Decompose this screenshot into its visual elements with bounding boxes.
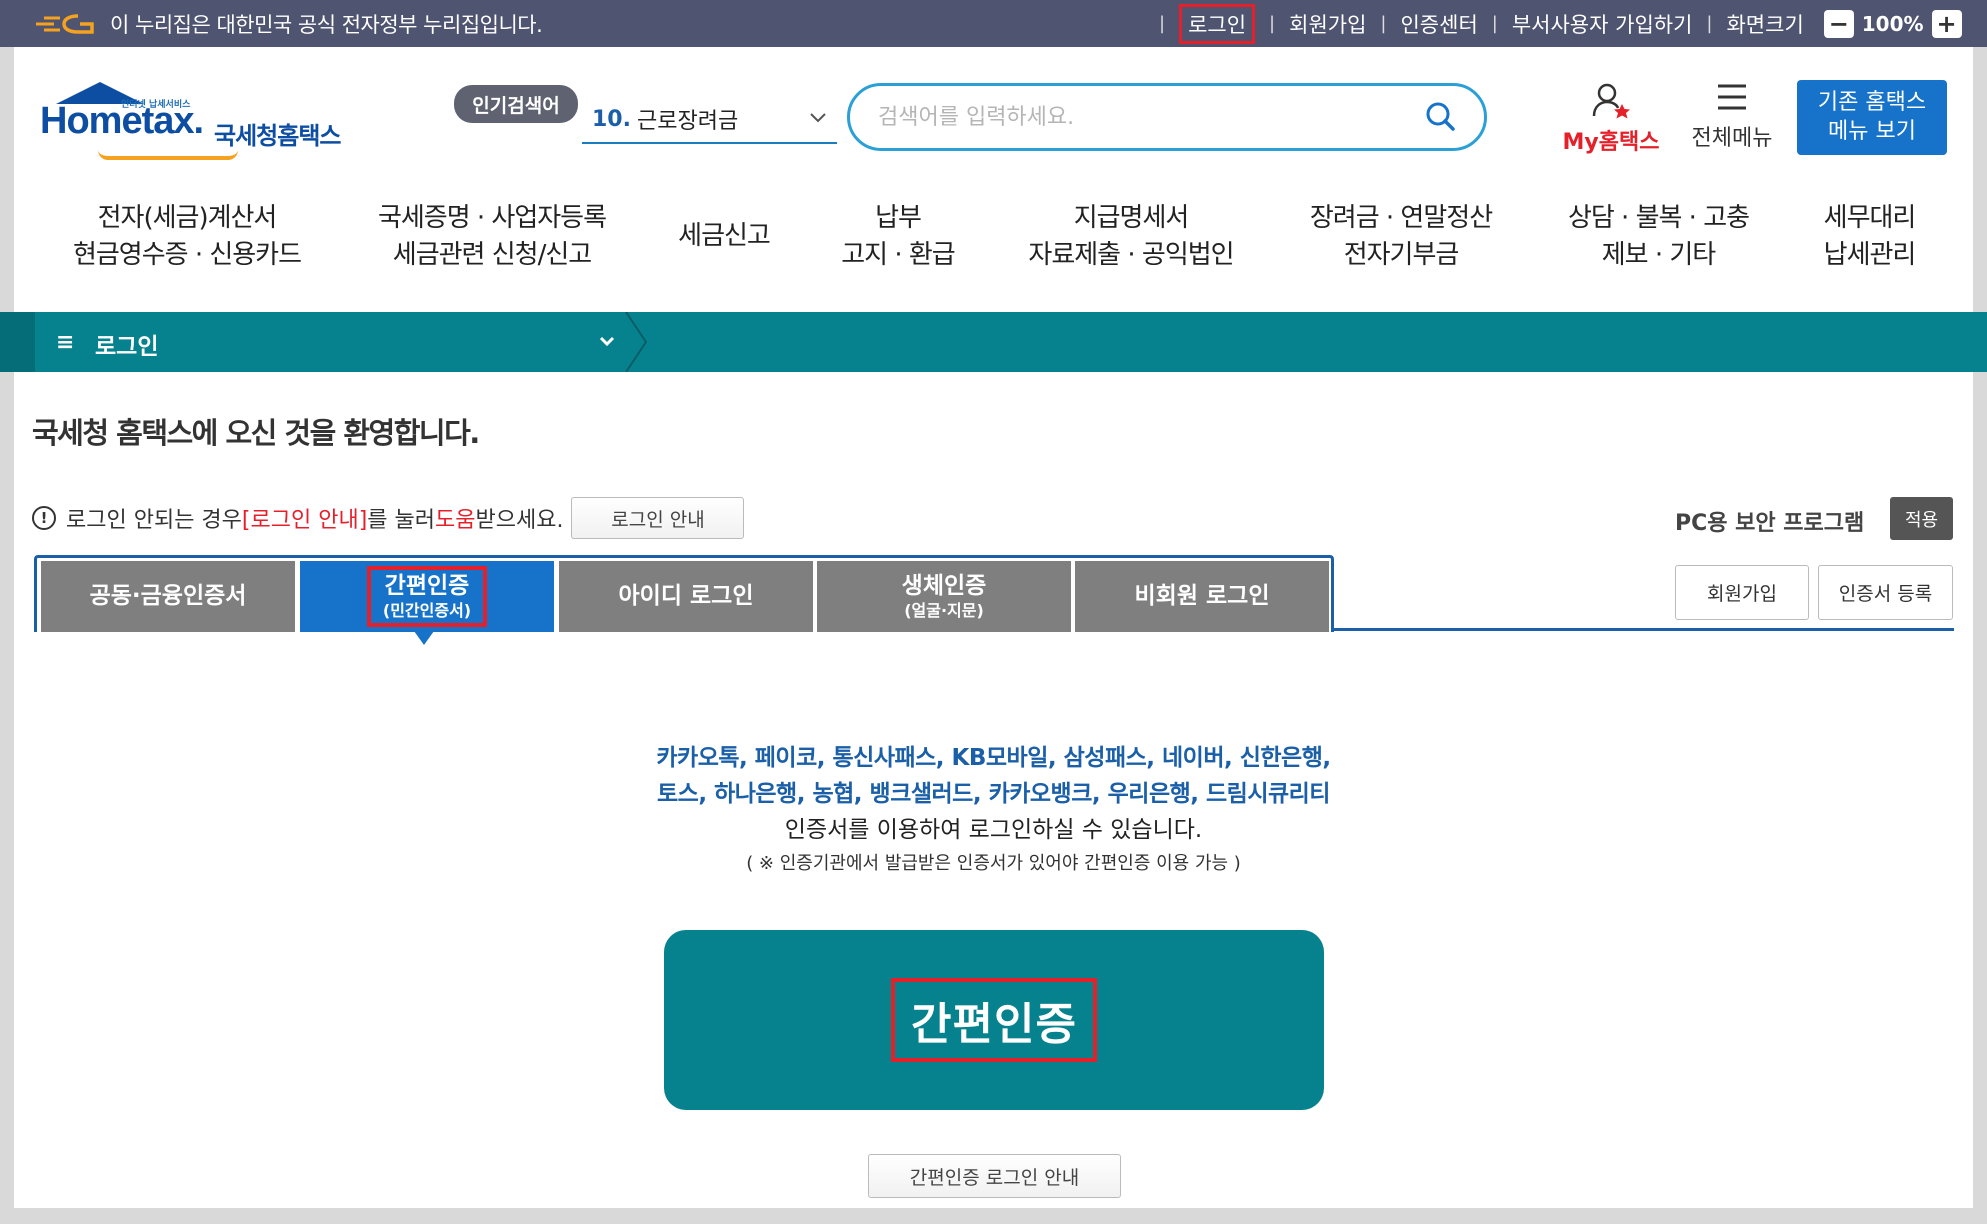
zoom-out-button[interactable]: − xyxy=(1823,9,1854,38)
main-navigation: 전자(세금)계산서 현금영수증 · 신용카드 국세증명 · 사업자등록 세금관련 신… xyxy=(0,200,1987,295)
gov-notice-bar: 이 누리집은 대한민국 공식 전자정부 누리집입니다. | 로그인 | 회원가입… xyxy=(0,0,1987,47)
popular-search-select[interactable]: 10. 근로장려금 xyxy=(582,96,837,144)
logo-wordmark: Hometax. xyxy=(40,100,204,142)
egov-logo-icon xyxy=(36,13,94,34)
list-icon: ≡ xyxy=(56,330,75,355)
tab-guest-login[interactable]: 비회원 로그인 xyxy=(1075,561,1329,632)
gnb-item-e-invoice[interactable]: 전자(세금)계산서 현금영수증 · 신용카드 xyxy=(62,200,312,274)
search-icon[interactable] xyxy=(1424,100,1456,132)
tab-biometric[interactable]: 생체인증 (얼굴·지문) xyxy=(817,561,1071,632)
gnb-item-tax-report[interactable]: 세금신고 xyxy=(664,218,784,255)
util-screen-size-label: 화면크기 xyxy=(1726,12,1804,37)
gnb-item-payment[interactable]: 납부 고지 · 환급 xyxy=(823,200,973,274)
usage-note: ( ※ 인증기관에서 발급받은 인증서가 있어야 간편인증 이용 가능 ) xyxy=(746,853,1241,874)
usage-text: 인증서를 이용하여 로그인하실 수 있습니다. xyxy=(784,817,1203,843)
simple-auth-button[interactable]: 간편인증 xyxy=(664,930,1324,1110)
login-tabs: 공동·금융인증서 간편인증 (민간인증서) 아이디 로그인 생체인증 (얼굴·지… xyxy=(34,555,1334,632)
old-hometax-menu-button[interactable]: 기존 홈택스 메뉴 보기 xyxy=(1797,80,1947,155)
old-menu-line1: 기존 홈택스 xyxy=(1817,89,1927,115)
hometax-logo[interactable]: 인터넷 납세서비스 Hometax. 국세청홈택스 xyxy=(38,82,358,162)
simple-auth-guide-button[interactable]: 간편인증 로그인 안내 xyxy=(868,1154,1121,1198)
tab-simple-auth-highlight: 간편인증 (민간인증서) xyxy=(366,566,488,627)
location-bar: ≡ 로그인 xyxy=(0,312,1987,372)
old-menu-line2: 메뉴 보기 xyxy=(1828,118,1916,144)
providers-line-1: 카카오톡, 페이코, 통신사패스, KB모바일, 삼성패스, 네이버, 신한은행… xyxy=(656,745,1331,771)
login-guide-link-text: [로그인 안내] xyxy=(241,508,368,533)
simple-auth-button-label: 간편인증 xyxy=(891,978,1097,1062)
gnb-item-consult[interactable]: 상담 · 불복 · 고충 제보 · 기타 xyxy=(1556,200,1761,274)
zoom-level: 100% xyxy=(1861,11,1924,36)
tab-simple-auth[interactable]: 간편인증 (민간인증서) xyxy=(300,561,554,632)
logo-korean: 국세청홈택스 xyxy=(214,122,341,150)
user-star-icon xyxy=(1592,83,1630,119)
search-box xyxy=(847,83,1487,151)
util-login-link[interactable]: 로그인 xyxy=(1179,3,1256,44)
chevron-down-icon xyxy=(810,113,826,123)
simple-auth-description: 카카오톡, 페이코, 통신사패스, KB모바일, 삼성패스, 네이버, 신한은행… xyxy=(0,740,1987,880)
tab-id-login[interactable]: 아이디 로그인 xyxy=(559,561,813,632)
providers-line-2: 토스, 하나은행, 농협, 뱅크샐러드, 카카오뱅크, 우리은행, 드림시큐리티 xyxy=(657,781,1330,807)
gnb-item-payment-statement[interactable]: 지급명세서 자료제출 · 공익법인 xyxy=(1016,200,1246,274)
my-hometax-link[interactable]: My홈택스 xyxy=(1556,82,1666,156)
active-tab-pointer-icon xyxy=(414,631,434,645)
gnb-item-tax-agent[interactable]: 세무대리 납세관리 xyxy=(1812,200,1927,274)
zoom-in-button[interactable]: + xyxy=(1931,9,1962,38)
gnb-item-certificate[interactable]: 국세증명 · 사업자등록 세금관련 신청/신고 xyxy=(362,200,622,274)
hamburger-menu-icon xyxy=(1718,84,1746,110)
exclamation-icon: ! xyxy=(32,506,56,530)
logo-swoosh-icon xyxy=(98,150,238,160)
all-menu-label: 전체메뉴 xyxy=(1691,126,1773,151)
search-input[interactable] xyxy=(878,104,1398,130)
my-hometax-label: My홈택스 xyxy=(1562,130,1660,155)
pc-security-label: PC용 보안 프로그램 xyxy=(1675,511,1865,536)
breadcrumb-separator-icon xyxy=(625,312,648,372)
gov-notice-text: 이 누리집은 대한민국 공식 전자정부 누리집입니다. xyxy=(110,12,543,37)
gnb-item-incentive[interactable]: 장려금 · 연말정산 전자기부금 xyxy=(1296,200,1506,274)
util-dept-user-link[interactable]: 부서사용자 가입하기 xyxy=(1512,9,1693,39)
chevron-down-icon[interactable] xyxy=(596,326,618,356)
login-help-row: ! 로그인 안되는 경우 [로그인 안내] 를 눌러 도움 받으세요. 로그인 … xyxy=(32,496,745,540)
all-menu-button[interactable]: 전체메뉴 xyxy=(1682,82,1782,152)
util-cert-center-link[interactable]: 인증센터 xyxy=(1400,9,1477,39)
location-label[interactable]: 로그인 xyxy=(95,327,158,361)
apply-security-button[interactable]: 적용 xyxy=(1890,497,1953,540)
login-guide-button[interactable]: 로그인 안내 xyxy=(571,497,745,539)
cert-register-button[interactable]: 인증서 등록 xyxy=(1818,565,1953,620)
utility-links: | 로그인 | 회원가입 | 인증센터 | 부서사용자 가입하기 | 화면크기 … xyxy=(1145,0,1962,47)
tab-underline xyxy=(1334,628,1954,631)
popular-search-rank: 10. xyxy=(592,106,631,132)
page-title: 국세청 홈택스에 오신 것을 환영합니다. xyxy=(32,416,480,450)
popular-search-badge: 인기검색어 xyxy=(454,85,578,123)
tab-joint-certificate[interactable]: 공동·금융인증서 xyxy=(41,561,295,632)
popular-search-term: 근로장려금 xyxy=(636,109,739,134)
signup-button[interactable]: 회원가입 xyxy=(1675,565,1809,620)
util-signup-link[interactable]: 회원가입 xyxy=(1289,9,1366,39)
